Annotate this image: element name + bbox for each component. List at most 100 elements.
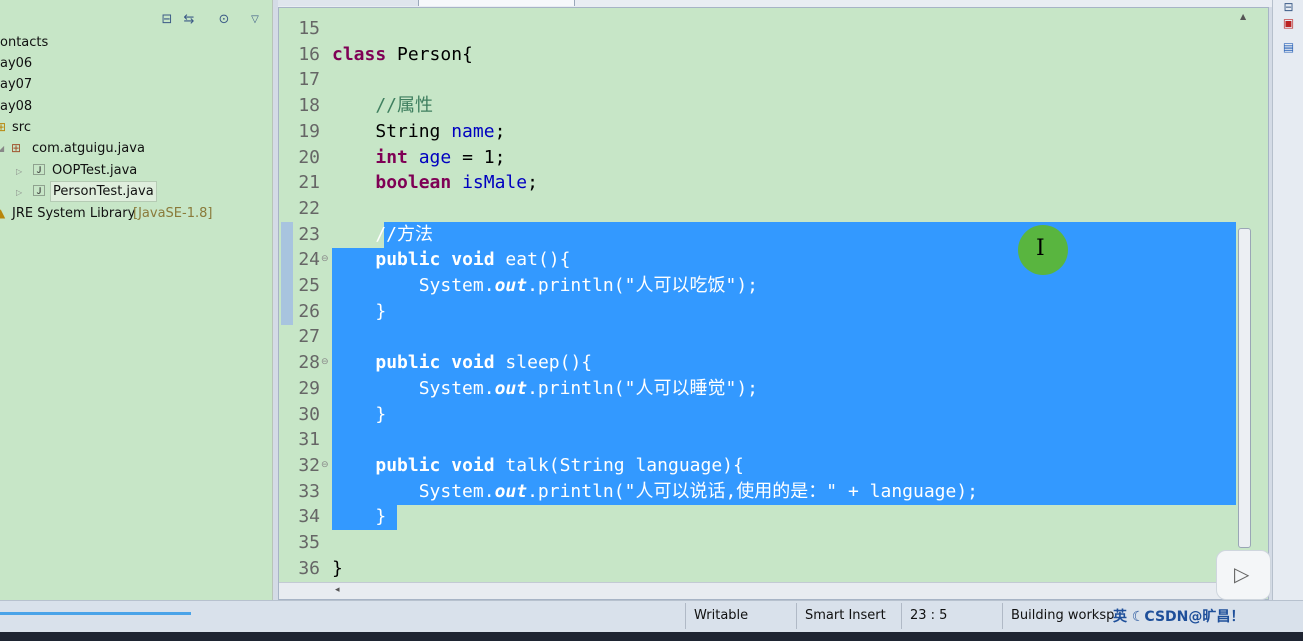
tab-oop-test[interactable]: [278, 0, 419, 6]
code-text: public void eat(){: [375, 249, 571, 271]
code-editor[interactable]: 15 16 class Person{ 17 18 //属性 19 String…: [278, 7, 1269, 600]
collapse-all-icon[interactable]: ⊟: [159, 12, 175, 28]
collapsed-arrow-icon[interactable]: ▷: [16, 182, 22, 203]
code-line: 17: [279, 67, 1259, 93]
code-line: 25 System.out.println("人可以吃饭");: [279, 273, 1259, 299]
tree-item-label: PersonTest.java: [50, 181, 157, 202]
task-list-icon[interactable]: ▤: [1281, 40, 1296, 55]
line-number: 24: [298, 249, 320, 271]
code-line: 36 }: [279, 556, 1259, 582]
package-icon: ⊞: [11, 141, 22, 155]
insert-mode-status: Smart Insert: [796, 603, 897, 629]
code-text: public void sleep(){: [375, 352, 593, 374]
text-cursor-icon: I: [1036, 236, 1045, 261]
code-text: boolean isMale;: [375, 172, 538, 194]
play-icon: ▷: [1234, 562, 1250, 586]
line-number: 29: [298, 377, 320, 399]
package-explorer-toolbar: ⊟ ⇆ ⊙ ▽: [0, 0, 272, 32]
scroll-up-icon[interactable]: ▲: [1240, 12, 1246, 21]
source-folder-icon: ⊞: [0, 117, 6, 138]
code-line: 23 //方法: [279, 222, 1259, 248]
fold-icon[interactable]: ⊖: [321, 453, 329, 479]
cursor-position: 23 : 5: [901, 603, 1000, 629]
line-number: 20: [298, 146, 320, 168]
code-line: 35: [279, 530, 1259, 556]
line-number: 32: [298, 454, 320, 476]
right-trim-bar: ⊟ ▣ ▤: [1272, 0, 1303, 600]
line-number: 15: [298, 18, 320, 39]
code-line: 28 ⊖ public void sleep(){: [279, 350, 1259, 376]
line-number: 16: [298, 43, 320, 65]
restore-icon[interactable]: ⊟: [1281, 0, 1296, 15]
code-comment: //方法: [332, 223, 434, 245]
video-play-button[interactable]: ▷: [1216, 550, 1271, 600]
tree-item-day07[interactable]: ay07: [0, 74, 32, 95]
tab-person-test[interactable]: [419, 0, 575, 6]
code-text: String name;: [332, 120, 506, 142]
tree-item-package[interactable]: ◢ ⊞ com.atguigu.java: [0, 138, 200, 159]
code-line: 19 String name;: [279, 119, 1259, 145]
scrollbar-thumb[interactable]: [1238, 228, 1251, 548]
code-line: 34 }: [279, 504, 1259, 530]
collapsed-arrow-icon[interactable]: ▷: [16, 161, 22, 182]
tree-item-label: ay06: [0, 56, 33, 71]
line-number: 30: [298, 403, 320, 425]
code-line: 32 ⊖ public void talk(String language){: [279, 453, 1259, 479]
expanded-arrow-icon[interactable]: ◢: [0, 138, 4, 159]
tree-item-suffix: [JavaSE-1.8]: [133, 206, 213, 221]
scroll-left-icon[interactable]: ◂: [335, 585, 340, 595]
code-line: 18 //属性: [279, 93, 1259, 119]
tree-item-label: OOPTest.java: [52, 163, 138, 178]
library-icon: ▲: [0, 203, 5, 224]
code-line: 20 int age = 1;: [279, 145, 1259, 171]
tree-item-label: JRE System Library: [12, 206, 136, 221]
view-menu-icon[interactable]: ▽: [247, 12, 263, 28]
tree-item-label: ay08: [0, 99, 33, 114]
tree-item-ooptest[interactable]: ▷ 🄹 OOPTest.java: [0, 160, 200, 181]
code-line: 29 System.out.println("人可以睡觉");: [279, 376, 1259, 402]
line-number: 23: [298, 223, 320, 245]
code-line: 33 System.out.println("人可以说话,使用的是：" + la…: [279, 479, 1259, 505]
code-line: 15: [279, 16, 1259, 42]
fold-icon[interactable]: ⊖: [321, 247, 329, 273]
code-text: }: [332, 557, 343, 579]
outline-icon[interactable]: ▣: [1281, 16, 1296, 31]
line-number: 36: [298, 557, 320, 579]
tree-item-persontest[interactable]: ▷ 🄹 PersonTest.java: [0, 181, 200, 202]
tree-item-jre[interactable]: ▲ JRE System Library [JavaSE-1.8]: [0, 203, 260, 224]
tree-item-label: ontacts: [0, 35, 49, 50]
editor-tabs: [278, 0, 578, 6]
code-text: int age = 1;: [375, 146, 506, 168]
line-number: 26: [298, 300, 320, 322]
vertical-scrollbar[interactable]: ▲: [1236, 8, 1253, 582]
line-number: 22: [298, 197, 320, 219]
code-text: System.out.println("人可以吃饭");: [332, 275, 758, 296]
java-file-icon: 🄹: [33, 163, 46, 177]
tree-item-contacts[interactable]: ontacts: [0, 32, 48, 53]
code-text: }: [332, 403, 387, 425]
package-explorer: ⊟ ⇆ ⊙ ▽ ontacts ay06 ay07 ay08 ⊞ src ◢ ⊞…: [0, 0, 273, 600]
code-line: 31: [279, 427, 1259, 453]
link-editor-icon[interactable]: ⇆: [181, 12, 197, 28]
line-number: 34: [298, 506, 320, 528]
writable-status: Writable: [685, 603, 790, 629]
tree-item-label: com.atguigu.java: [32, 141, 145, 156]
code-line: 30 }: [279, 402, 1259, 428]
tree-item-day06[interactable]: ay06: [0, 53, 32, 74]
java-file-icon: 🄹: [33, 184, 46, 198]
progress-bar: [0, 612, 191, 615]
line-number: 33: [298, 480, 320, 502]
taskbar: [0, 632, 1303, 641]
code-text: }: [332, 300, 387, 322]
line-number: 31: [298, 429, 320, 451]
code-text: class Person{: [332, 43, 473, 65]
tree-item-label: src: [12, 120, 31, 135]
focus-icon[interactable]: ⊙: [216, 12, 232, 28]
line-number: 27: [298, 326, 320, 348]
fold-icon[interactable]: ⊖: [321, 350, 329, 376]
code-line: 21 boolean isMale;: [279, 170, 1259, 196]
horizontal-scrollbar[interactable]: ◂: [279, 582, 1236, 599]
code-text: System.out.println("人可以睡觉");: [332, 377, 758, 399]
code-line: 24 ⊖ public void eat(){: [279, 247, 1259, 273]
tree-item-day08[interactable]: ay08: [0, 96, 32, 117]
